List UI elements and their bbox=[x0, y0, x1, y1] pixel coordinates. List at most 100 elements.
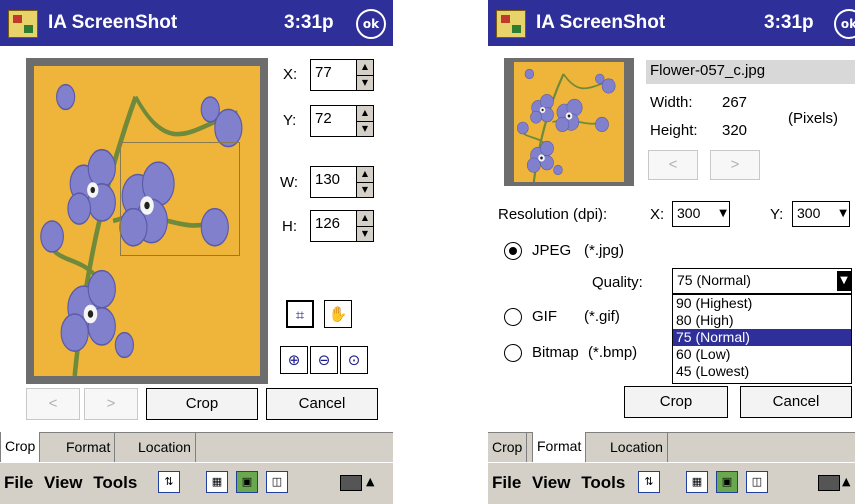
spin-up-icon[interactable]: ▲ bbox=[357, 211, 373, 226]
menu-view[interactable]: View bbox=[532, 473, 570, 492]
crop-selection-rect[interactable] bbox=[120, 142, 240, 256]
menu-file[interactable]: File bbox=[4, 473, 33, 492]
spin-down-icon[interactable]: ▼ bbox=[357, 74, 373, 90]
format-panel: Flower-057_c.jpg Width: 267 Height: 320 … bbox=[488, 46, 855, 432]
window-icon[interactable]: ◫ bbox=[266, 471, 288, 493]
jpeg-label: JPEG bbox=[532, 242, 572, 259]
y-value[interactable]: 72 bbox=[311, 106, 356, 136]
calendar-icon[interactable]: ▦ bbox=[206, 471, 228, 493]
hand-tool-icon[interactable]: ✋ bbox=[324, 300, 352, 328]
next-button[interactable]: > bbox=[710, 150, 760, 180]
zoom-in-icon[interactable]: ⊕ bbox=[280, 346, 308, 374]
quality-option[interactable]: 45 (Lowest) bbox=[673, 363, 851, 380]
menu-bar: File View Tools ⇅ ▦ ▣ ◫ ▲ bbox=[0, 462, 393, 504]
crop-tool-icon[interactable]: ⌗ bbox=[286, 300, 314, 328]
tab-bar: Crop Format Location bbox=[488, 432, 855, 463]
tab-location[interactable]: Location bbox=[134, 433, 196, 462]
keyboard-icon[interactable] bbox=[340, 475, 362, 491]
cancel-button[interactable]: Cancel bbox=[266, 388, 378, 420]
w-spinner[interactable]: 130 ▲ ▼ bbox=[310, 166, 374, 198]
sort-icon[interactable]: ⇅ bbox=[638, 471, 660, 493]
y-spinner[interactable]: 72 ▲ ▼ bbox=[310, 105, 374, 137]
title-bar: IA ScreenShot 3:31p ok bbox=[488, 0, 855, 46]
ok-button[interactable]: ok bbox=[356, 9, 386, 39]
quality-option[interactable]: 60 (Low) bbox=[673, 346, 851, 363]
height-label: Height: bbox=[650, 122, 698, 139]
tab-location[interactable]: Location bbox=[606, 433, 668, 462]
quality-option[interactable]: 80 (High) bbox=[673, 312, 851, 329]
format-screen: IA ScreenShot 3:31p ok Flower-057_c.jpg … bbox=[488, 0, 855, 504]
bitmap-label: Bitmap bbox=[532, 344, 579, 361]
quality-value[interactable]: 75 (Normal) bbox=[677, 272, 751, 288]
y-label: Y: bbox=[283, 112, 297, 129]
w-value[interactable]: 130 bbox=[311, 167, 356, 197]
crop-button[interactable]: Crop bbox=[146, 388, 258, 420]
res-y-value[interactable]: 300 bbox=[797, 205, 820, 221]
tab-format[interactable]: Format bbox=[62, 433, 116, 462]
spin-down-icon[interactable]: ▼ bbox=[357, 181, 373, 197]
crop-button[interactable]: Crop bbox=[624, 386, 728, 418]
height-value: 320 bbox=[722, 122, 748, 139]
menu-bar: File View Tools ⇅ ▦ ▣ ◫ ▲ bbox=[488, 462, 855, 504]
menu-view[interactable]: View bbox=[44, 473, 82, 492]
tab-format[interactable]: Format bbox=[532, 432, 587, 462]
flower-thumbnail bbox=[514, 62, 624, 182]
clock: 3:31p bbox=[764, 12, 814, 33]
crop-screen: IA ScreenShot 3:31p ok X: 77 ▲ ▼ Y: 72 ▲ ▼… bbox=[0, 0, 393, 504]
input-menu-arrow-icon[interactable]: ▲ bbox=[366, 475, 374, 488]
app-logo-icon bbox=[496, 10, 526, 38]
tab-crop[interactable]: Crop bbox=[0, 432, 41, 462]
ok-button[interactable]: ok bbox=[834, 9, 855, 39]
picture-icon[interactable]: ▣ bbox=[716, 471, 738, 493]
gif-ext: (*.gif) bbox=[584, 308, 620, 325]
resolution-label: Resolution (dpi): bbox=[498, 206, 608, 223]
chevron-down-icon[interactable]: ▼ bbox=[719, 208, 727, 219]
zoom-fit-icon[interactable]: ⊙ bbox=[340, 346, 368, 374]
bitmap-radio[interactable] bbox=[504, 344, 522, 362]
prev-button[interactable]: < bbox=[648, 150, 698, 180]
res-y-select[interactable]: 300 ▼ bbox=[792, 201, 850, 227]
tab-bar: Crop Format Location bbox=[0, 432, 393, 463]
keyboard-icon[interactable] bbox=[818, 475, 840, 491]
tab-crop[interactable]: Crop bbox=[488, 433, 528, 462]
quality-select[interactable]: 75 (Normal) ▼ bbox=[672, 268, 852, 294]
app-title: IA ScreenShot bbox=[536, 12, 666, 33]
h-value[interactable]: 126 bbox=[311, 211, 356, 241]
x-spinner[interactable]: 77 ▲ ▼ bbox=[310, 59, 374, 91]
x-value[interactable]: 77 bbox=[311, 60, 356, 90]
window-icon[interactable]: ◫ bbox=[746, 471, 768, 493]
zoom-out-icon[interactable]: ⊖ bbox=[310, 346, 338, 374]
menu-file[interactable]: File bbox=[492, 473, 521, 492]
h-label: H: bbox=[282, 218, 297, 235]
clock: 3:31p bbox=[284, 12, 334, 33]
spin-up-icon[interactable]: ▲ bbox=[357, 60, 373, 75]
menu-tools[interactable]: Tools bbox=[581, 473, 625, 492]
prev-button[interactable]: < bbox=[26, 388, 80, 420]
chevron-down-icon[interactable]: ▼ bbox=[839, 208, 847, 219]
calendar-icon[interactable]: ▦ bbox=[686, 471, 708, 493]
quality-option[interactable]: 90 (Highest) bbox=[673, 295, 851, 312]
h-spinner[interactable]: 126 ▲ ▼ bbox=[310, 210, 374, 242]
jpeg-radio[interactable] bbox=[504, 242, 522, 260]
width-value: 267 bbox=[722, 94, 748, 111]
spin-up-icon[interactable]: ▲ bbox=[357, 167, 373, 182]
spin-down-icon[interactable]: ▼ bbox=[357, 120, 373, 136]
spin-up-icon[interactable]: ▲ bbox=[357, 106, 373, 121]
filename-field: Flower-057_c.jpg bbox=[646, 60, 855, 84]
next-button[interactable]: > bbox=[84, 388, 138, 420]
chevron-down-icon[interactable]: ▼ bbox=[837, 271, 851, 291]
spin-down-icon[interactable]: ▼ bbox=[357, 225, 373, 241]
bitmap-ext: (*.bmp) bbox=[588, 344, 638, 361]
gif-radio[interactable] bbox=[504, 308, 522, 326]
input-menu-arrow-icon[interactable]: ▲ bbox=[842, 475, 850, 488]
cancel-button[interactable]: Cancel bbox=[740, 386, 852, 418]
image-preview-frame bbox=[26, 58, 268, 384]
quality-label: Quality: bbox=[592, 274, 643, 291]
w-label: W: bbox=[280, 174, 299, 191]
menu-tools[interactable]: Tools bbox=[93, 473, 137, 492]
sort-icon[interactable]: ⇅ bbox=[158, 471, 180, 493]
res-x-select[interactable]: 300 ▼ bbox=[672, 201, 730, 227]
res-x-value[interactable]: 300 bbox=[677, 205, 700, 221]
picture-icon[interactable]: ▣ bbox=[236, 471, 258, 493]
quality-option-selected[interactable]: 75 (Normal) bbox=[673, 329, 851, 346]
